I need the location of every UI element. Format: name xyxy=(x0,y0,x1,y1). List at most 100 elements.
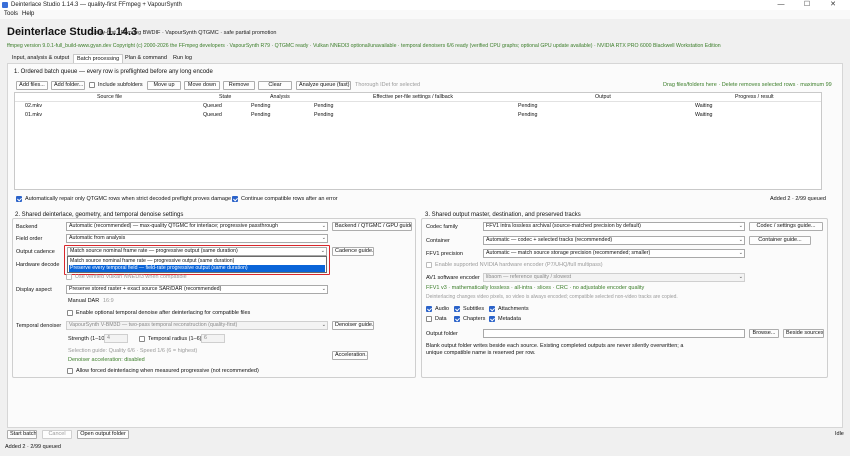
temporal-radius-value: 6 xyxy=(204,335,207,341)
beside-sources-button[interactable]: Beside sources xyxy=(783,329,824,338)
table-row[interactable]: 02.mkv Queued Pending Pending Pending Wa… xyxy=(15,103,821,111)
chapters-checkbox[interactable] xyxy=(454,316,460,322)
subtitles-checkbox[interactable] xyxy=(454,306,460,312)
column-header-analysis[interactable]: Analysis xyxy=(270,94,290,100)
tab-plan-command[interactable]: Plan & command xyxy=(122,54,170,63)
row-analysis: Pending xyxy=(251,112,271,118)
move-down-button[interactable]: Move down xyxy=(184,81,220,90)
chevron-down-icon: ⌄ xyxy=(321,223,326,229)
row-state: Queued xyxy=(203,103,222,109)
manual-dar-label: Manual DAR xyxy=(68,298,100,304)
ffv1-precision-select[interactable]: Automatic — match source storage precisi… xyxy=(483,249,745,258)
enable-denoise-checkbox[interactable] xyxy=(67,310,73,316)
tab-run-log[interactable]: Run log xyxy=(170,54,195,63)
remove-button[interactable]: Remove xyxy=(223,81,255,90)
batch-queue-table[interactable]: Source file State Analysis Effective per… xyxy=(14,92,822,190)
added-count: Added 2 · 2/99 queued xyxy=(770,196,826,202)
display-aspect-value: Preserve stored raster + exact source SA… xyxy=(69,286,222,292)
av1-encoder-value: libaom — reference quality / slowest xyxy=(486,274,572,280)
backend-label: Backend xyxy=(16,224,38,230)
minimize-button[interactable]: — xyxy=(770,0,792,10)
strength-label: Strength (1–10) xyxy=(68,336,107,342)
attachments-checkbox[interactable] xyxy=(489,306,495,312)
column-header-state[interactable]: State xyxy=(219,94,231,100)
ffv1-note: FFV1 v3 · mathematically lossless · all-… xyxy=(426,285,645,291)
audio-checkbox[interactable] xyxy=(426,306,432,312)
backend-select[interactable]: Automatic (recommended) — max-quality QT… xyxy=(66,222,328,231)
row-output: Pending xyxy=(518,103,538,109)
output-folder-input[interactable] xyxy=(483,329,745,338)
enable-denoise-label: Enable optional temporal denoise after d… xyxy=(76,310,251,316)
add-folder-button[interactable]: Add folder... xyxy=(51,81,85,90)
selection-guide: Selection guide: Quality 6/6 · Speed 1/6… xyxy=(68,348,198,354)
container-select[interactable]: Automatic — codec + selected tracks (rec… xyxy=(483,236,745,245)
thorough-idet-note: Thorough IDet for selected xyxy=(355,82,421,88)
status-text: Added 2 · 2/99 queued xyxy=(5,444,61,450)
analyze-queue-button[interactable]: Analyze queue (fast) xyxy=(296,81,351,90)
field-order-label: Field order xyxy=(16,236,43,242)
nvidia-encoder-checkbox[interactable] xyxy=(426,262,432,268)
tab-input-analysis-output[interactable]: Input, analysis & output xyxy=(9,54,72,63)
data-checkbox[interactable] xyxy=(426,316,432,322)
column-header-effective-settings[interactable]: Effective per-file settings / fallback xyxy=(373,94,453,100)
add-files-button[interactable]: Add files... xyxy=(16,81,48,90)
codec-family-select[interactable]: FFV1 intra lossless archival (source-mat… xyxy=(483,222,745,231)
row-effective-settings: Pending xyxy=(314,103,334,109)
output-folder-label: Output folder xyxy=(426,331,458,337)
temporal-radius-checkbox[interactable] xyxy=(139,336,145,342)
display-aspect-label: Display aspect xyxy=(16,287,52,293)
field-order-select[interactable]: Automatic from analysis ⌄ xyxy=(66,234,328,243)
field-order-value: Automatic from analysis xyxy=(69,235,126,241)
start-batch-button[interactable]: Start batch xyxy=(7,430,37,439)
menu-help[interactable]: Help xyxy=(22,11,34,17)
metadata-checkbox[interactable] xyxy=(489,316,495,322)
chevron-down-icon: ⌄ xyxy=(738,223,743,229)
menu-tools[interactable]: Tools xyxy=(4,11,18,17)
chevron-down-icon: ⌄ xyxy=(321,322,326,328)
browse-button[interactable]: Browse... xyxy=(749,329,779,338)
column-header-source-file[interactable]: Source file xyxy=(97,94,122,100)
nvidia-encoder-label: Enable supported NVIDIA hardware encoder… xyxy=(435,262,603,268)
blank-output-note: Blank output folder writes beside each s… xyxy=(426,343,684,356)
queue-section-title: 1. Ordered batch queue — every row is pr… xyxy=(14,69,213,75)
allow-forced-checkbox[interactable] xyxy=(67,368,73,374)
move-up-button[interactable]: Move up xyxy=(147,81,181,90)
title-bar: Deinterlace Studio 1.14.3 — quality-firs… xyxy=(0,0,850,10)
maximize-button[interactable]: ☐ xyxy=(796,0,818,10)
temporal-radius-spinbox[interactable]: 6 xyxy=(201,334,225,343)
av1-encoder-select[interactable]: libaom — reference quality / slowest ⌄ xyxy=(483,273,745,282)
version-line: ffmpeg version 9.0.1-full_build-www.gyan… xyxy=(7,43,721,49)
auto-repair-checkbox[interactable] xyxy=(16,196,22,202)
column-header-output[interactable]: Output xyxy=(595,94,611,100)
temporal-denoiser-select[interactable]: VapourSynth V-BM3D — two-pass temporal r… xyxy=(66,321,328,330)
codec-family-label: Codec family xyxy=(426,224,458,230)
table-row[interactable]: 01.mkv Queued Pending Pending Pending Wa… xyxy=(15,112,821,120)
codec-family-value: FFV1 intra lossless archival (source-mat… xyxy=(486,223,641,229)
backend-guide-button[interactable]: Backend / QTGMC / GPU guide... xyxy=(332,222,412,231)
include-subfolders-checkbox[interactable] xyxy=(89,82,95,88)
close-button[interactable]: ✕ xyxy=(822,0,844,10)
chevron-down-icon: ⌄ xyxy=(738,250,743,256)
row-progress: Waiting xyxy=(695,112,713,118)
continue-compatible-checkbox[interactable] xyxy=(232,196,238,202)
temporal-denoiser-value: VapourSynth V-BM3D — two-pass temporal r… xyxy=(69,322,238,328)
container-label: Container xyxy=(426,238,450,244)
strength-value: 4 xyxy=(107,335,110,341)
cancel-button[interactable]: Cancel xyxy=(42,430,72,439)
cadence-guide-button[interactable]: Cadence guide... xyxy=(332,247,374,256)
idle-status: Idle xyxy=(835,431,844,437)
allow-forced-label: Allow forced deinterlacing when measured… xyxy=(76,368,259,374)
vulkan-nnedi3-checkbox[interactable] xyxy=(66,274,72,280)
codec-guide-button[interactable]: Codec / settings guide... xyxy=(749,222,823,231)
open-output-folder-button[interactable]: Open output folder xyxy=(77,430,129,439)
annotation-highlight-box xyxy=(64,245,330,275)
clear-button[interactable]: Clear xyxy=(258,81,292,90)
column-header-progress[interactable]: Progress / result xyxy=(735,94,774,100)
backend-value: Automatic (recommended) — max-quality QT… xyxy=(69,223,279,229)
container-guide-button[interactable]: Container guide... xyxy=(749,236,811,245)
acceleration-status: Denoiser acceleration: disabled xyxy=(68,357,145,363)
denoiser-guide-button[interactable]: Denoiser guide... xyxy=(332,321,374,330)
strength-spinbox[interactable]: 4 xyxy=(104,334,128,343)
display-aspect-select[interactable]: Preserve stored raster + exact source SA… xyxy=(66,285,328,294)
acceleration-button[interactable]: Acceleration... xyxy=(332,351,368,360)
